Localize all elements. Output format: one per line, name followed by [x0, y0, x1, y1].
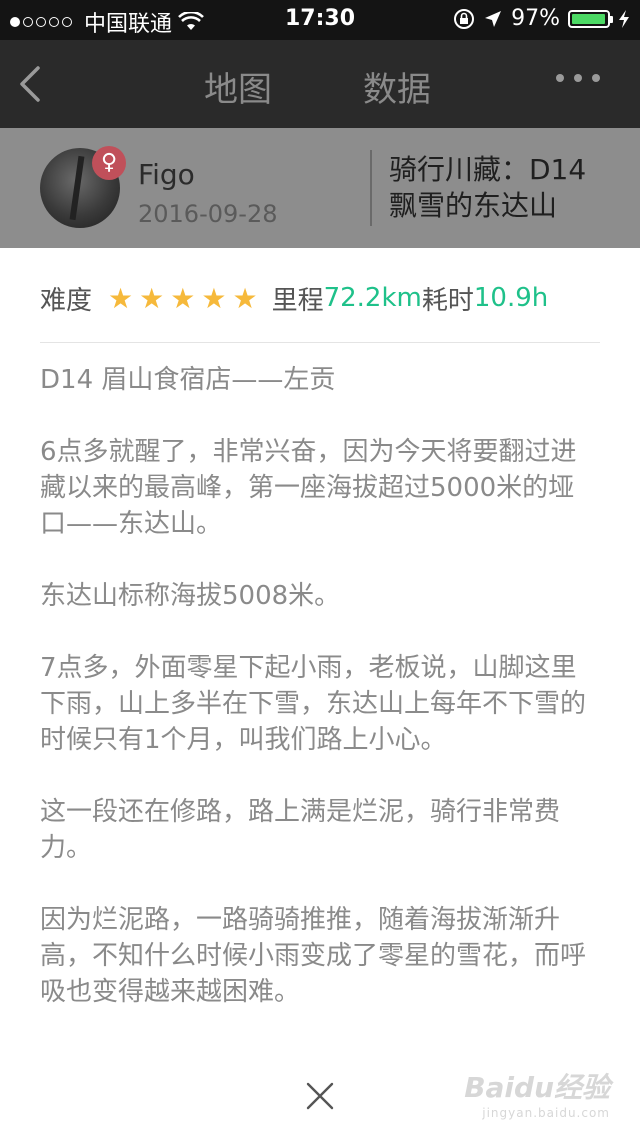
watermark-title: Baidu经验	[464, 1071, 610, 1104]
difficulty-label: 难度	[40, 285, 93, 316]
trip-title-line-1: 骑行川藏：D14	[389, 153, 587, 186]
status-right: 97%	[453, 6, 630, 31]
charging-bolt-icon	[619, 9, 629, 28]
content-paragraph: 6点多就醒了，非常兴奋，因为今天将要翻过进藏以来的最高峰，第一座海拔超过5000…	[40, 437, 577, 539]
content-paragraph: 7点多，外面零星下起小雨，老板说，山脚这里下雨，山上多半在下雪，东达山上每年不下…	[40, 653, 587, 755]
tab-map[interactable]: 地图	[204, 62, 272, 111]
content-paragraph: 东达山标称海拔5008米。	[40, 581, 341, 611]
post-date: 2016-09-28	[138, 200, 278, 228]
battery-percent: 97%	[511, 6, 560, 31]
difficulty-stars: ★ ★ ★ ★ ★	[108, 282, 258, 315]
baidu-watermark: Baidu经验 jingyan.baidu.com	[464, 1066, 610, 1120]
star-icon: ★	[108, 281, 134, 315]
content-paragraph: 这一段还在修路，路上满是烂泥，骑行非常费力。	[40, 797, 561, 863]
more-options-icon[interactable]	[556, 74, 600, 82]
trip-title: 骑行川藏：D14 飘雪的东达山	[389, 152, 586, 224]
trip-title-line-2: 飘雪的东达山	[389, 189, 558, 222]
star-icon: ★	[201, 281, 227, 315]
female-gender-icon: ♀	[92, 146, 126, 180]
distance-label: 里程	[271, 285, 324, 316]
location-arrow-icon	[485, 10, 502, 27]
duration-label: 耗时	[421, 285, 474, 316]
star-icon: ★	[232, 281, 258, 315]
user-name[interactable]: Figo	[138, 158, 195, 191]
star-icon: ★	[139, 281, 165, 315]
star-icon: ★	[170, 281, 196, 315]
battery-icon	[568, 9, 613, 28]
trip-stats: 难度 ★ ★ ★ ★ ★ 里程 72.2km 耗时 10.9h	[40, 278, 548, 318]
trip-content: D14 眉山食宿店——左贡 6点多就醒了，非常兴奋，因为今天将要翻过进藏以来的最…	[40, 362, 600, 1046]
content-paragraph: 因为烂泥路，一路骑骑推推，随着海拔渐渐升高，不知什么时候小雨变成了零星的雪花，而…	[40, 905, 587, 1007]
status-bar: 中国联通 17:30 97%	[0, 0, 640, 40]
trip-header: ♀ Figo 2016-09-28 骑行川藏：D14 飘雪的东达山	[0, 128, 640, 248]
back-arrow-icon[interactable]	[14, 62, 54, 106]
battery-level-fill	[572, 13, 605, 24]
duration-value: 10.9h	[473, 283, 549, 313]
tab-data[interactable]: 数据	[363, 62, 431, 111]
close-icon[interactable]	[304, 1080, 336, 1112]
content-paragraph: D14 眉山食宿店——左贡	[40, 365, 336, 395]
header-divider	[370, 150, 372, 226]
divider	[40, 342, 600, 343]
distance-value: 72.2km	[323, 283, 422, 313]
rotation-lock-icon	[454, 8, 475, 29]
watermark-url: jingyan.baidu.com	[482, 1106, 610, 1120]
nav-bar: 地图 数据	[0, 40, 640, 128]
